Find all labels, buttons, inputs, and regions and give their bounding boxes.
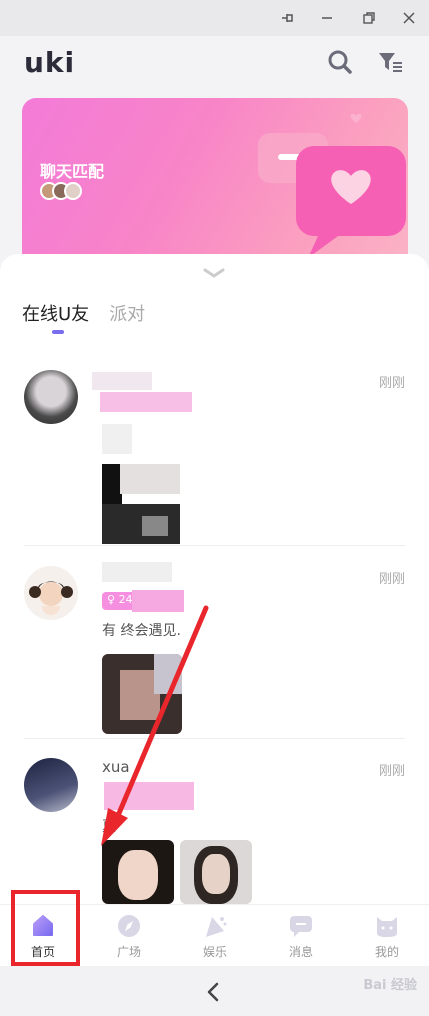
nav-label: 娱乐 bbox=[202, 945, 227, 959]
banner-avatar-stack bbox=[40, 182, 82, 200]
nav-label: 广场 bbox=[116, 945, 141, 959]
system-nav-bar: Bai 经验 bbox=[0, 966, 429, 1016]
chat-heart-illustration bbox=[258, 113, 406, 258]
nav-square[interactable]: 广场 bbox=[86, 905, 172, 967]
back-icon[interactable] bbox=[200, 978, 228, 1006]
post-text: 有 终会遇见. bbox=[102, 623, 181, 639]
tab-party[interactable]: 派对 bbox=[109, 300, 145, 326]
watermark: Bai 经验 bbox=[363, 978, 417, 993]
feed-post[interactable]: 刚刚 xua 夏 bbox=[0, 748, 429, 904]
photo-thumbnail[interactable] bbox=[180, 840, 252, 904]
blurred-badge bbox=[104, 782, 194, 810]
active-tab-indicator bbox=[52, 330, 64, 334]
avatar[interactable] bbox=[24, 758, 78, 812]
photo-thumbnail[interactable] bbox=[102, 840, 174, 904]
chat-match-banner[interactable]: 聊天匹配 bbox=[22, 98, 408, 268]
feed-tabs: 在线U友 派对 bbox=[22, 300, 145, 326]
pin-icon[interactable] bbox=[275, 6, 301, 30]
app-header: uki bbox=[0, 36, 429, 92]
close-icon[interactable] bbox=[396, 6, 422, 30]
divider bbox=[24, 545, 405, 546]
message-icon bbox=[290, 916, 312, 937]
app-logo: uki bbox=[24, 46, 76, 79]
minimize-icon[interactable] bbox=[314, 6, 340, 30]
avatar[interactable] bbox=[24, 566, 78, 620]
restore-icon[interactable] bbox=[356, 6, 382, 30]
annotation-highlight-box bbox=[11, 890, 80, 966]
nav-messages[interactable]: 消息 bbox=[258, 905, 344, 967]
nav-entertainment[interactable]: 娱乐 bbox=[172, 905, 258, 967]
blurred-image[interactable] bbox=[102, 424, 182, 544]
compass-icon bbox=[118, 915, 140, 937]
blurred-name bbox=[102, 554, 192, 584]
post-time: 刚刚 bbox=[378, 376, 405, 391]
tab-online-friends[interactable]: 在线U友 bbox=[22, 300, 89, 326]
window-titlebar bbox=[0, 0, 429, 36]
blurred-badge bbox=[132, 590, 184, 612]
app-window: uki 聊天匹配 在线U友 派对 刚刚 刚刚 ♀ 24 有 终会遇见. 刚刚 x… bbox=[0, 0, 429, 1016]
profile-icon bbox=[377, 917, 397, 937]
post-time: 刚刚 bbox=[378, 572, 405, 587]
avatar bbox=[64, 182, 82, 200]
feed-post[interactable]: 刚刚 bbox=[0, 364, 429, 544]
feed-post[interactable]: 刚刚 ♀ 24 有 终会遇见. bbox=[0, 554, 429, 734]
blurred-name bbox=[92, 372, 192, 414]
avatar[interactable] bbox=[24, 370, 78, 424]
banner-title: 聊天匹配 bbox=[40, 162, 105, 181]
nav-label: 我的 bbox=[374, 945, 399, 959]
search-icon[interactable] bbox=[326, 48, 354, 76]
divider bbox=[24, 738, 405, 739]
filter-icon[interactable] bbox=[376, 48, 404, 76]
photo-thumbnail[interactable] bbox=[102, 654, 182, 734]
party-icon bbox=[206, 917, 227, 937]
post-time: 刚刚 bbox=[378, 764, 405, 779]
post-username: xua bbox=[102, 758, 130, 776]
feed-sheet: 在线U友 派对 刚刚 刚刚 ♀ 24 有 终会遇见. 刚刚 xua 夏 bbox=[0, 254, 429, 904]
chevron-down-icon[interactable] bbox=[203, 268, 225, 278]
post-text: 夏 bbox=[102, 819, 116, 835]
nav-profile[interactable]: 我的 bbox=[344, 905, 429, 967]
nav-label: 消息 bbox=[288, 945, 313, 959]
